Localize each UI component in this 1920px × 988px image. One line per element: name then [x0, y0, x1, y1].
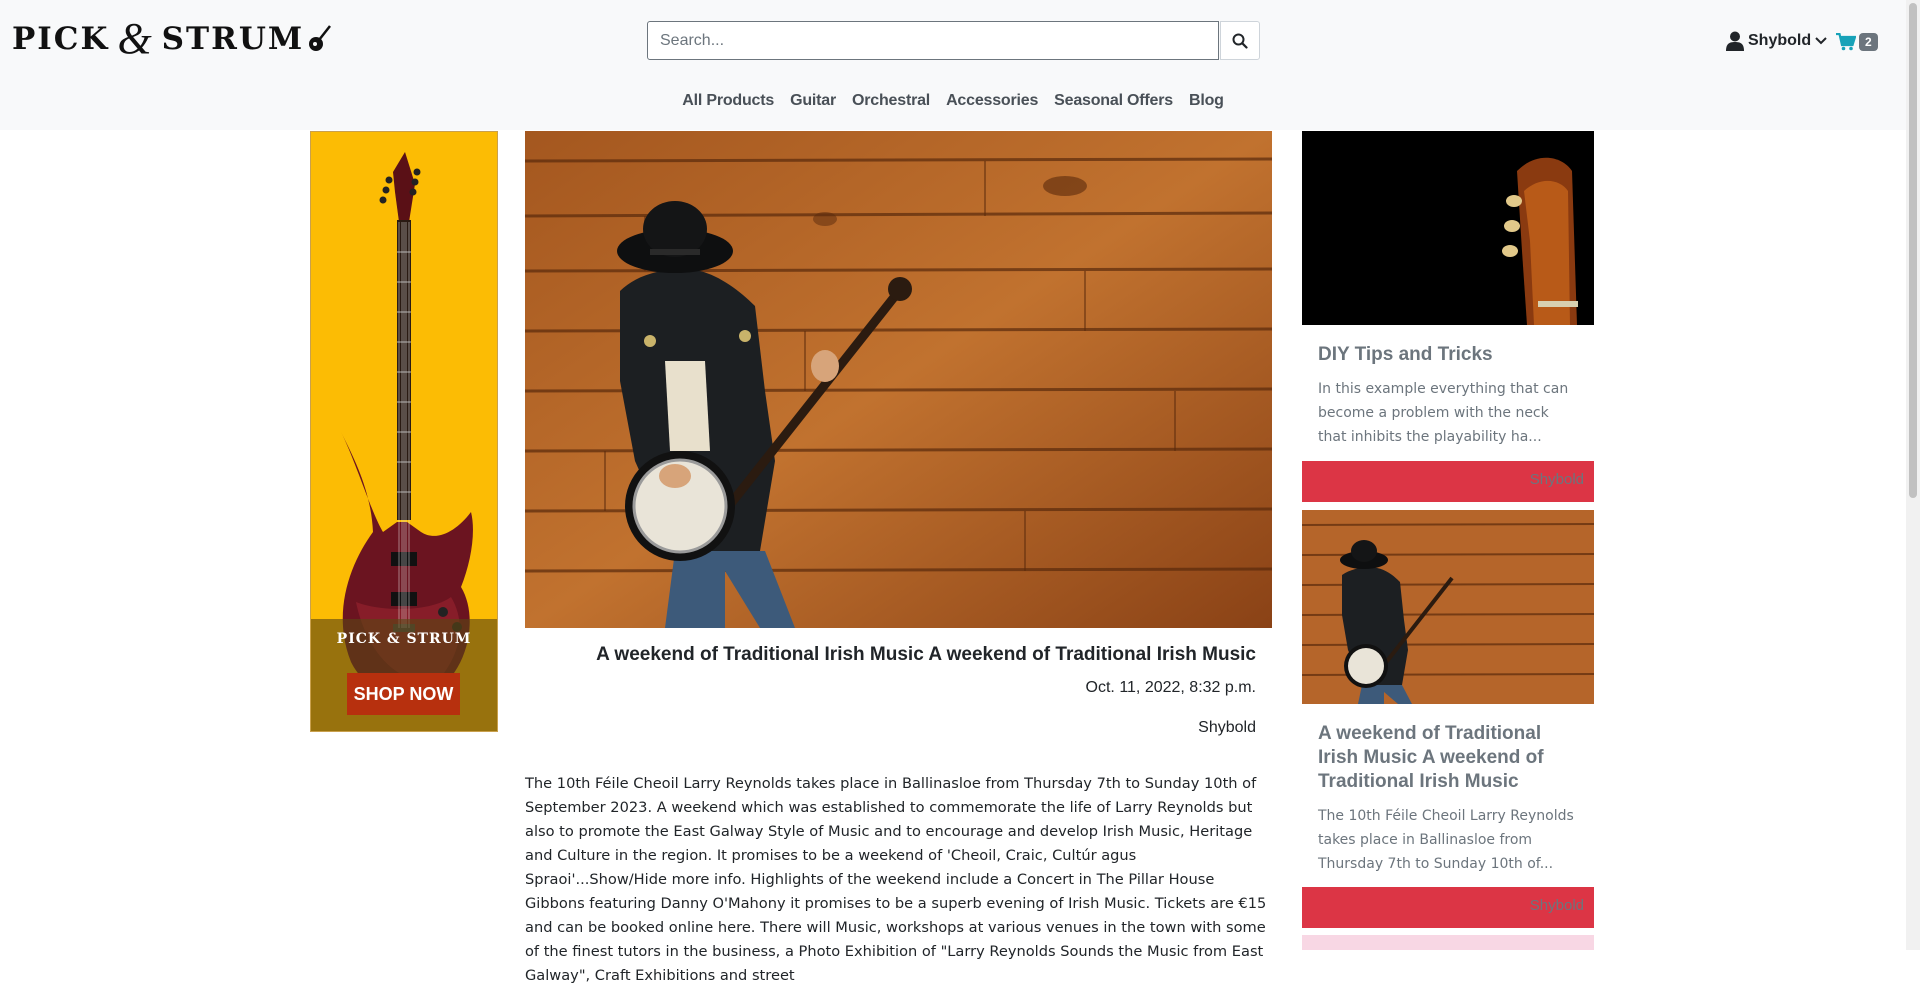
logo-text-right: STRUM	[161, 21, 305, 57]
guitar-advertisement[interactable]: PICK & STRUM SHOP NOW	[310, 131, 498, 732]
card-image	[1302, 131, 1594, 325]
logo-ampersand: &	[117, 14, 154, 63]
sidebar-card-diy-tips[interactable]: DIY Tips and Tricks In this example ever…	[1302, 131, 1594, 449]
search-button[interactable]	[1220, 21, 1260, 60]
article-author: Shybold	[1198, 719, 1256, 736]
main-nav: All Products Guitar Orchestral Accessori…	[0, 92, 1906, 110]
nav-item-guitar[interactable]: Guitar	[790, 92, 836, 110]
card-author-footer: Shybold	[1302, 461, 1594, 502]
sidebar-card-partial[interactable]	[1302, 935, 1594, 950]
page-scrollbar[interactable]	[1906, 0, 1920, 950]
scrollbar-thumb[interactable]	[1909, 3, 1917, 498]
article-body: The 10th Féile Cheoil Larry Reynolds tak…	[525, 775, 1267, 984]
account-menu[interactable]: Shybold	[1726, 31, 1827, 51]
nav-item-orchestral[interactable]: Orchestral	[852, 92, 930, 110]
chevron-down-icon	[1815, 37, 1827, 45]
guitar-pick-icon	[309, 25, 332, 51]
site-header: PICK & STRUM Shybold	[0, 0, 1906, 130]
search-icon	[1232, 33, 1248, 49]
sidebar-card-irish-music[interactable]: A weekend of Traditional Irish Music A w…	[1302, 510, 1594, 876]
nav-item-accessories[interactable]: Accessories	[946, 92, 1038, 110]
guitar-headstock-photo	[1302, 131, 1594, 325]
article-title: A weekend of Traditional Irish Music A w…	[596, 644, 1256, 665]
shopping-cart-icon	[1836, 33, 1856, 51]
nav-item-seasonal-offers[interactable]: Seasonal Offers	[1054, 92, 1173, 110]
logo-text-left: PICK	[12, 21, 110, 57]
card-image	[1302, 510, 1594, 704]
account-name: Shybold	[1748, 32, 1812, 49]
card-excerpt: The 10th Féile Cheoil Larry Reynolds tak…	[1318, 808, 1574, 872]
card-title[interactable]: A weekend of Traditional Irish Music A w…	[1318, 722, 1578, 794]
cart-button[interactable]: 2	[1836, 33, 1878, 51]
card-excerpt: In this example everything that can beco…	[1318, 381, 1569, 445]
nav-item-blog[interactable]: Blog	[1189, 92, 1224, 110]
article-hero-image	[525, 131, 1272, 628]
card-title[interactable]: DIY Tips and Tricks	[1318, 343, 1578, 367]
banjo-player-photo	[525, 131, 1272, 628]
card-author-footer: Shybold	[1302, 887, 1594, 928]
user-icon	[1726, 31, 1744, 51]
ad-logo: PICK & STRUM	[336, 631, 472, 647]
shop-now-button[interactable]: SHOP NOW	[347, 673, 460, 715]
banjo-player-thumbnail	[1302, 510, 1594, 704]
nav-item-all-products[interactable]: All Products	[682, 92, 774, 110]
site-logo[interactable]: PICK & STRUM	[12, 14, 332, 64]
search-input[interactable]	[647, 21, 1219, 60]
article-date: Oct. 11, 2022, 8:32 p.m.	[1085, 679, 1256, 696]
search-bar	[647, 21, 1260, 60]
cart-count-badge: 2	[1859, 33, 1878, 51]
